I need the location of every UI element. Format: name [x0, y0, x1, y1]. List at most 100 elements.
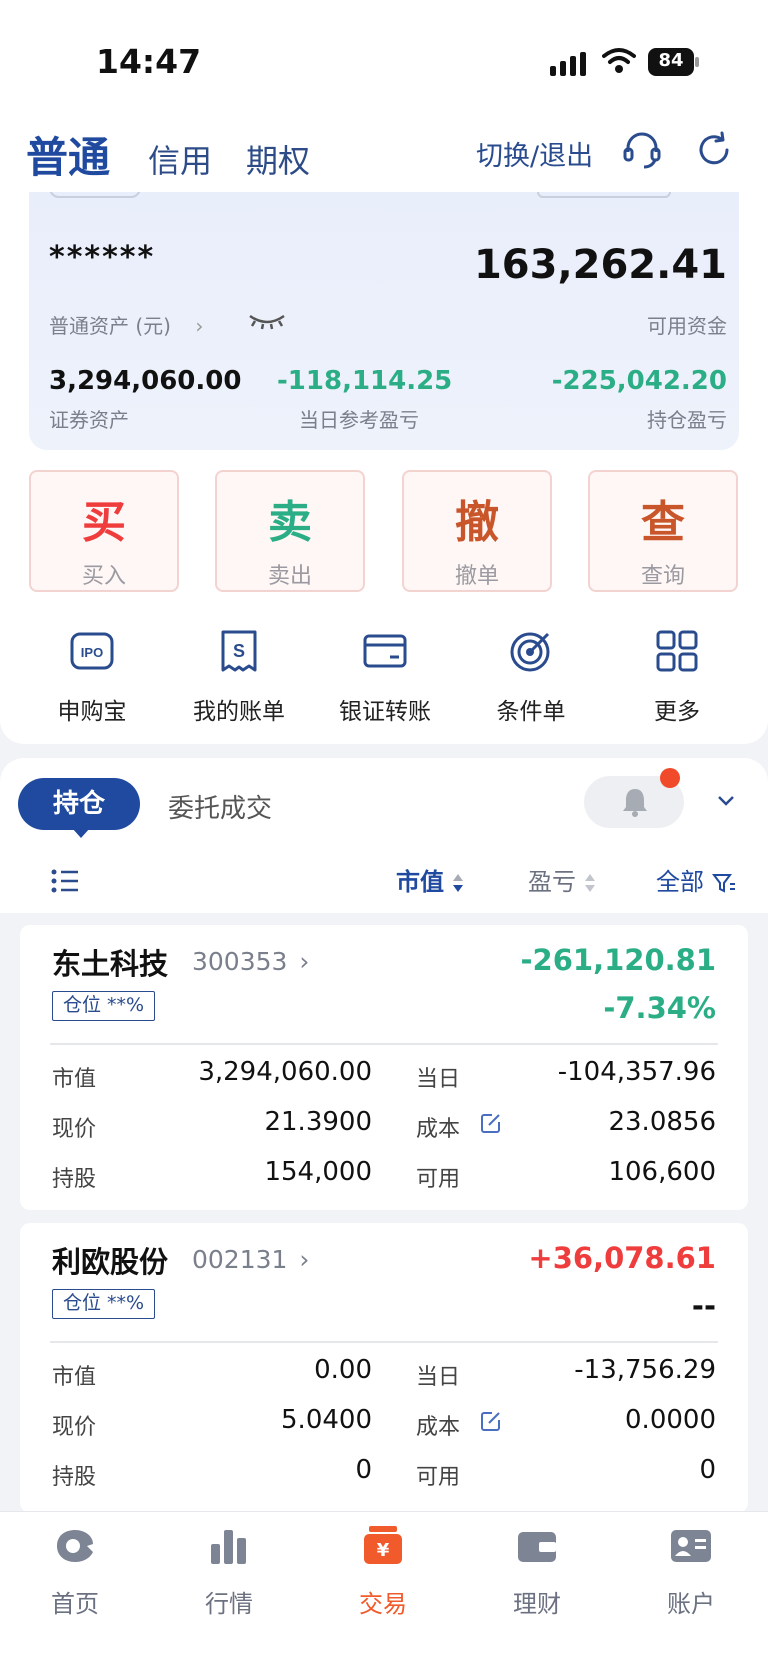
price-label: 现价: [52, 1415, 97, 1440]
daily-label: 当日: [416, 1067, 461, 1092]
tab-normal[interactable]: 普通: [26, 124, 110, 185]
quick-link-label: 我的账单: [193, 699, 285, 725]
edit-cost-icon[interactable]: [480, 1112, 502, 1134]
cost-price: 23.0856: [608, 1107, 716, 1137]
nav-market-label: 行情: [205, 1590, 253, 1618]
sell-button[interactable]: 卖 卖出: [215, 470, 365, 592]
position-pnl-label: 持仓盈亏: [647, 408, 727, 432]
nav-home[interactable]: 首页: [15, 1524, 135, 1619]
chevron-down-icon[interactable]: [716, 794, 736, 808]
stock-name: 东土科技: [52, 947, 169, 981]
wifi-icon: [602, 48, 636, 73]
sell-glyph: 卖: [268, 497, 312, 548]
tab-indicator: [72, 828, 90, 838]
filter-all[interactable]: 全部: [656, 862, 736, 897]
nav-trade[interactable]: ¥ 交易: [323, 1524, 443, 1619]
sort-market-value-label: 市值: [396, 868, 444, 896]
chevron-right-icon: ›: [299, 1245, 310, 1274]
nav-trade-label: 交易: [359, 1590, 407, 1618]
eye-closed-icon[interactable]: [247, 310, 287, 332]
switch-exit-link[interactable]: 切换/退出: [476, 134, 593, 173]
card-divider: [50, 1043, 718, 1045]
svg-text:¥: ¥: [377, 1540, 390, 1561]
securities-label: 证券资产: [49, 408, 129, 432]
query-glyph: 查: [641, 497, 685, 548]
daily-pnl-label: 当日参考盈亏: [299, 408, 419, 432]
shares-label: 持股: [52, 1465, 97, 1490]
cancel-order-button[interactable]: 撤 撤单: [402, 470, 552, 592]
nav-wealth[interactable]: 理财: [477, 1524, 597, 1619]
bill-icon: S: [221, 630, 257, 672]
edit-cost-icon[interactable]: [480, 1410, 502, 1432]
card-icon: [363, 634, 407, 668]
buy-label: 买入: [81, 564, 126, 589]
masked-total-assets: ******: [49, 240, 156, 275]
market-chart-icon: [211, 1530, 246, 1564]
holdings-panel: 持仓 委托成交 市值 盈亏 全部: [0, 758, 768, 913]
account-type-header: 普通 信用 期权 切换/退出: [0, 110, 768, 192]
position-ratio-tag: 仓位 **%: [52, 991, 156, 1021]
battery-indicator: 84: [648, 48, 700, 76]
customer-service-icon[interactable]: [622, 130, 662, 170]
wallet-icon: [518, 1532, 556, 1562]
daily-pnl: -13,756.29: [574, 1355, 716, 1385]
stock-code[interactable]: 300353 ›: [192, 947, 309, 976]
quick-link-bank-transfer[interactable]: 银证转账: [320, 628, 450, 726]
position-card[interactable]: 东土科技 300353 › 仓位 **% -261,120.81 -7.34% …: [20, 925, 748, 1210]
tab-options[interactable]: 期权: [246, 136, 310, 182]
battery-level: 84: [658, 50, 684, 71]
nav-home-label: 首页: [51, 1590, 99, 1618]
position-pnl: +36,078.61: [528, 1241, 716, 1275]
market-value: 3,294,060.00: [198, 1057, 372, 1087]
position-pnl-percent: --: [691, 1289, 716, 1323]
cost-label: 成本: [416, 1415, 461, 1440]
tab-positions[interactable]: 持仓: [18, 778, 140, 830]
sort-market-value[interactable]: 市值: [396, 862, 464, 897]
home-icon: [57, 1530, 93, 1562]
status-time: 14:47: [96, 42, 202, 81]
sort-pnl[interactable]: 盈亏: [528, 862, 596, 897]
asset-summary-card: ****** 163,262.41 普通资产 (元) › 可用资金 3,294,…: [29, 192, 739, 450]
available-funds-label: 可用资金: [647, 314, 727, 338]
available-shares: 0: [699, 1455, 716, 1485]
nav-account[interactable]: 账户: [631, 1524, 751, 1619]
quick-link-more[interactable]: 更多: [612, 628, 742, 726]
chevron-right-icon: ›: [299, 947, 310, 976]
buy-button[interactable]: 买 买入: [29, 470, 179, 592]
stock-code-text: 300353: [192, 947, 288, 976]
quick-link-ipo[interactable]: IPO 申购宝: [27, 628, 157, 726]
refresh-icon[interactable]: [694, 130, 734, 170]
nav-account-label: 账户: [667, 1590, 715, 1618]
daily-pnl: -104,357.96: [557, 1057, 716, 1087]
position-ratio-tag: 仓位 **%: [52, 1289, 156, 1319]
securities-value: 3,294,060.00: [49, 366, 242, 396]
query-button[interactable]: 查 查询: [588, 470, 738, 592]
available-shares: 106,600: [608, 1157, 716, 1187]
svg-text:S: S: [233, 641, 245, 661]
position-pnl: -261,120.81: [520, 943, 717, 977]
quick-link-conditional-order[interactable]: 条件单: [466, 628, 596, 726]
shares-label: 持股: [52, 1167, 97, 1192]
quick-link-bill[interactable]: S 我的账单: [174, 628, 304, 726]
filter-all-label: 全部: [656, 868, 704, 896]
card-tag-stub: [49, 192, 141, 198]
nav-market[interactable]: 行情: [169, 1524, 289, 1619]
available-label: 可用: [416, 1167, 461, 1192]
daily-pnl-value: -118,114.25: [277, 366, 453, 396]
shares-held: 0: [355, 1455, 372, 1485]
sell-label: 卖出: [267, 564, 312, 589]
list-view-icon[interactable]: [50, 868, 80, 894]
daily-label: 当日: [416, 1365, 461, 1390]
available-funds-value: 163,262.41: [473, 242, 727, 288]
tab-credit[interactable]: 信用: [148, 136, 212, 182]
total-assets-label[interactable]: 普通资产 (元) ›: [49, 310, 203, 339]
tab-orders-trades[interactable]: 委托成交: [168, 788, 272, 825]
trade-icon: ¥: [364, 1526, 402, 1564]
current-price: 21.3900: [264, 1107, 372, 1137]
stock-code[interactable]: 002131 ›: [192, 1245, 309, 1274]
quick-link-label: 条件单: [496, 699, 566, 725]
sort-desc-icon: [453, 874, 464, 892]
position-card[interactable]: 利欧股份 002131 › 仓位 **% +36,078.61 -- 市值 0.…: [20, 1223, 748, 1513]
ipo-icon: IPO: [70, 632, 114, 670]
quick-link-label: 银证转账: [339, 699, 431, 725]
